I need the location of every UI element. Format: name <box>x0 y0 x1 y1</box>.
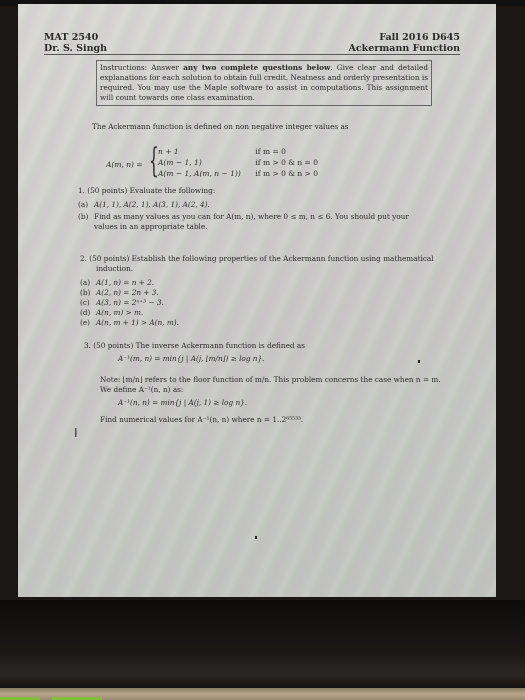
definition-case: A(m − 1, 1) if m > 0 & n = 0 <box>158 157 318 168</box>
item-label: (b) <box>80 288 91 297</box>
document-page: MAT 2540 Dr. S. Singh Fall 2016 D645 Ack… <box>44 4 464 594</box>
item-text: A(3, n) = 2ⁿ⁺³ − 3. <box>96 298 164 307</box>
definition-lhs: A(m, n) = <box>106 160 143 169</box>
instructions-prefix: Instructions: Answer <box>100 63 184 72</box>
case-condition: if m = 0 <box>255 147 286 156</box>
case-condition: if m > 0 & n > 0 <box>255 169 318 178</box>
inverse-formula-diagonal: A⁻¹(n, n) = min{j | A(j, 1) ≥ log n}. <box>118 398 248 407</box>
question-item: (b) Find as many values as you can for A… <box>78 212 468 222</box>
screen-speck <box>418 360 420 363</box>
case-condition: if m > 0 & n = 0 <box>255 158 318 167</box>
question-heading: 1. (50 points) Evaluate the following: <box>78 186 216 195</box>
definition-intro: The Ackermann function is defined on non… <box>92 122 349 131</box>
document-title: Ackermann Function <box>348 43 460 54</box>
item-label: (a) <box>80 278 91 287</box>
note-line-1: Note: ⌊m/n⌋ refers to the floor function… <box>100 375 441 384</box>
term-code: Fall 2016 D645 <box>379 32 460 43</box>
item-label: (d) <box>80 308 91 317</box>
question-heading-continuation: induction. <box>96 264 134 273</box>
question-task: Find numerical values for A⁻¹(n, n) wher… <box>100 415 304 424</box>
question-2: 2. (50 points) Establish the following p… <box>80 254 470 328</box>
instructions-emphasis: any two complete questions below <box>183 63 331 72</box>
instructions-box: Instructions: Answer any two complete qu… <box>96 60 432 106</box>
question-item: (a) A(1, n) = n + 2. <box>80 278 470 288</box>
question-item: (a) A(1, 1), A(2, 1), A(3, 1), A(2, 4). <box>78 200 468 210</box>
inverse-formula-general: A⁻¹(m, n) = min{j | A(j, ⌊m/n⌋) ≥ log n}… <box>118 354 265 363</box>
case-expression: A(m − 1, A(m, n − 1)) <box>158 169 241 178</box>
header-left: MAT 2540 Dr. S. Singh <box>44 32 107 54</box>
definition-case: n + 1 if m = 0 <box>158 146 318 157</box>
case-expression: n + 1 <box>158 147 179 156</box>
item-text: A(1, 1), A(2, 1), A(3, 1), A(2, 4). <box>94 200 210 209</box>
question-item: (b) A(2, n) = 2n + 3. <box>80 288 470 298</box>
question-item: (e) A(n, m + 1) > A(n, m). <box>80 318 470 328</box>
question-3: 3. (50 points) The inverse Ackermann fun… <box>84 341 474 425</box>
question-item: (d) A(n, m) > m. <box>80 308 470 318</box>
screen-speck <box>255 536 257 539</box>
definition-cases: n + 1 if m = 0 A(m − 1, 1) if m > 0 & n … <box>158 146 318 179</box>
item-text: A(2, n) = 2n + 3. <box>96 288 159 297</box>
question-1: 1. (50 points) Evaluate the following: (… <box>78 186 468 232</box>
item-label: (e) <box>80 318 91 327</box>
question-heading: 2. (50 points) Establish the following p… <box>80 254 434 263</box>
item-label: (b) <box>78 212 89 221</box>
item-text: A(n, m) > m. <box>96 308 144 317</box>
instructor-name: Dr. S. Singh <box>44 43 108 54</box>
item-text: A(n, m + 1) > A(n, m). <box>96 318 179 327</box>
item-label: (a) <box>78 200 89 209</box>
definition-case: A(m − 1, A(m, n − 1)) if m > 0 & n > 0 <box>158 168 318 179</box>
question-item: (c) A(3, n) = 2ⁿ⁺³ − 3. <box>80 298 470 308</box>
question-heading: 3. (50 points) The inverse Ackermann fun… <box>84 341 306 350</box>
text-cursor-icon: I <box>74 426 78 440</box>
page-header: MAT 2540 Dr. S. Singh Fall 2016 D645 Ack… <box>44 32 460 55</box>
item-text: Find as many values as you can for A(m, … <box>94 212 409 221</box>
item-text: A(1, n) = n + 2. <box>96 278 155 287</box>
note-line-2: We define A⁻¹(n, n) as: <box>100 385 184 394</box>
item-continuation: values in an appropriate table. <box>94 222 208 231</box>
course-code: MAT 2540 <box>44 32 99 43</box>
case-expression: A(m − 1, 1) <box>158 158 202 167</box>
monitor-bezel-bottom <box>0 600 525 688</box>
item-label: (c) <box>80 298 90 307</box>
header-right: Fall 2016 D645 Ackermann Function <box>348 32 460 54</box>
screen: MAT 2540 Dr. S. Singh Fall 2016 D645 Ack… <box>18 4 496 597</box>
